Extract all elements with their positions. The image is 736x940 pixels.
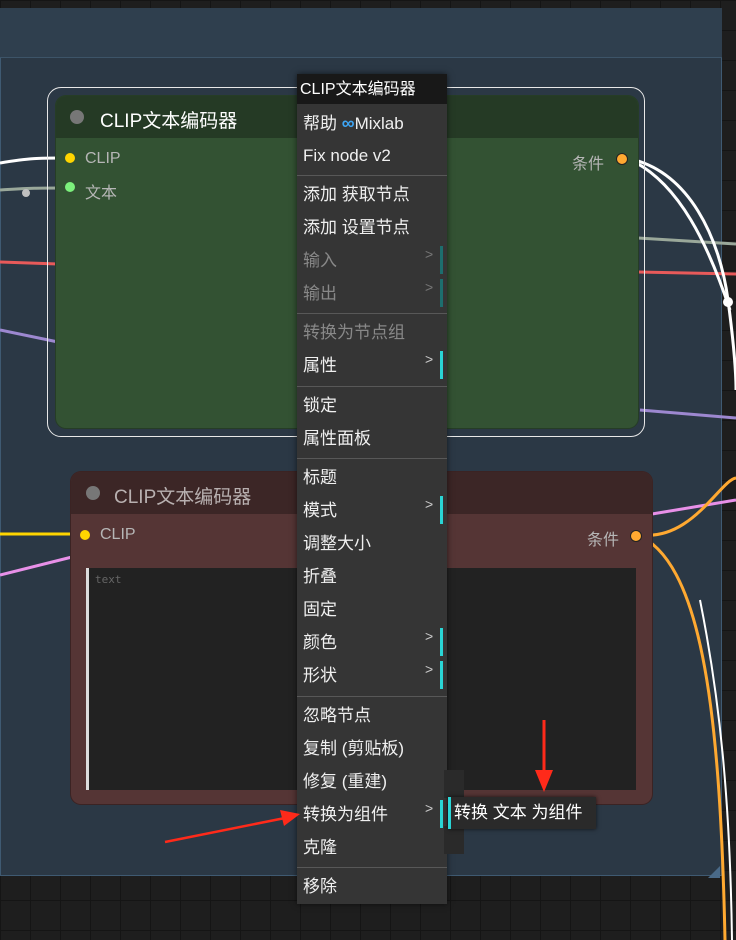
- red-arrow-head-icon: [535, 770, 553, 792]
- red-arrow-icon: [164, 816, 286, 844]
- red-arrow-head-icon: [280, 810, 300, 826]
- annotation-arrows: [164, 720, 553, 844]
